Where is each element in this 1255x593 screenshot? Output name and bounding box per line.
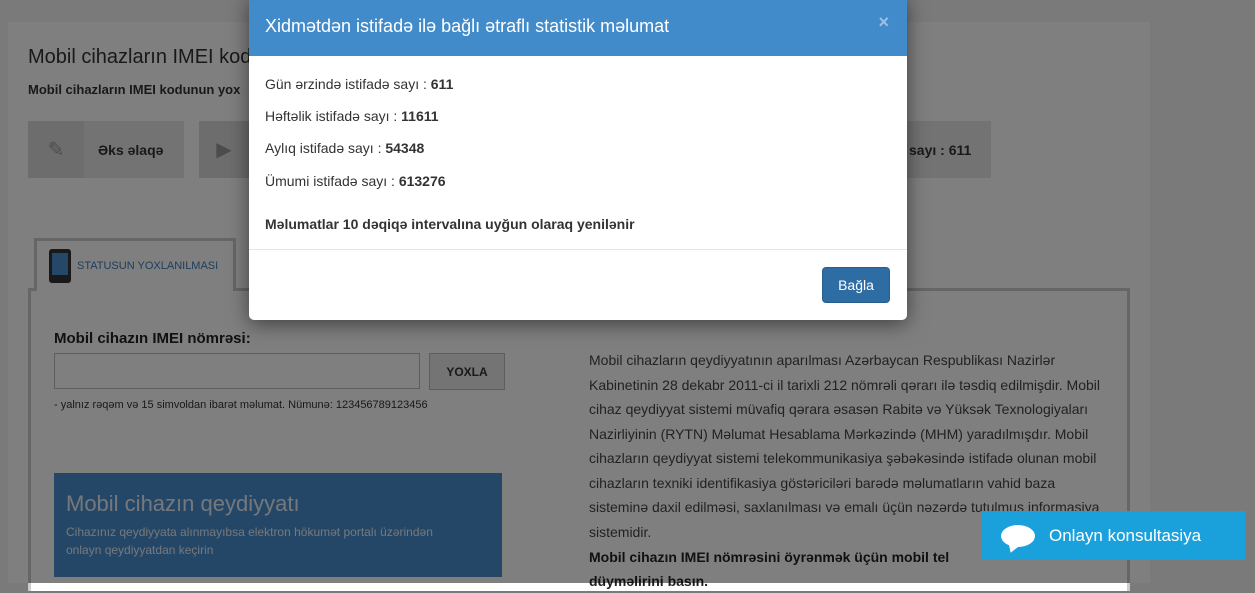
stat-monthly: Aylıq istifadə sayı : 54348 — [265, 140, 424, 156]
stat-daily: Gün ərzində istifadə sayı : 611 — [265, 76, 453, 92]
stat-total: Ümumi istifadə sayı : 613276 — [265, 173, 446, 189]
modal-title: Xidmətdən istifadə ilə bağlı ətraflı sta… — [265, 16, 670, 36]
close-button[interactable]: Bağla — [822, 267, 890, 303]
stat-weekly-label: Həftəlik istifadə sayı : — [265, 108, 402, 124]
close-icon[interactable]: × — [878, 12, 889, 33]
statistics-modal: Xidmətdən istifadə ilə bağlı ətraflı sta… — [249, 0, 907, 320]
modal-divider — [249, 249, 907, 250]
online-consultation-button[interactable]: Onlayn konsultasiya — [981, 511, 1245, 560]
modal-header: Xidmətdən istifadə ilə bağlı ətraflı sta… — [249, 0, 907, 56]
online-consultation-label: Onlayn konsultasiya — [1049, 525, 1202, 545]
stat-daily-value: 611 — [430, 76, 454, 92]
stat-total-value: 613276 — [398, 173, 446, 189]
stat-weekly: Həftəlik istifadə sayı : 11611 — [265, 108, 439, 124]
stat-monthly-label: Aylıq istifadə sayı : — [265, 140, 386, 156]
chat-bubble-icon — [1001, 524, 1035, 547]
stat-monthly-value: 54348 — [385, 140, 425, 156]
stat-weekly-value: 11611 — [401, 108, 439, 124]
stat-daily-label: Gün ərzində istifadə sayı : — [265, 76, 431, 92]
stat-total-label: Ümumi istifadə sayı : — [265, 173, 399, 189]
modal-update-note: Məlumatlar 10 dəqiqə intervalına uyğun o… — [265, 216, 635, 232]
